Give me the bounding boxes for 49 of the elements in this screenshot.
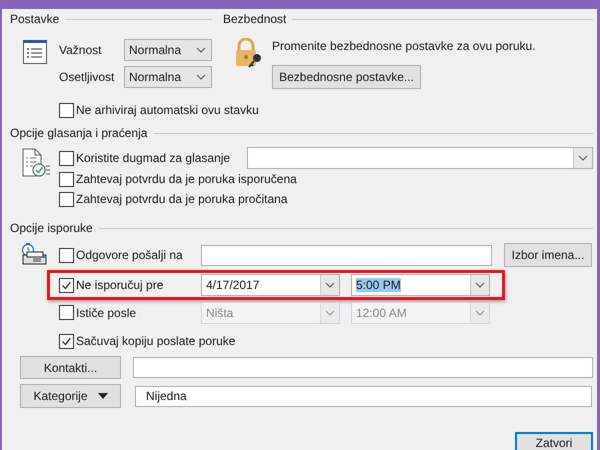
description: Promenite bezbednosne postavke za ovu poruku. bbox=[272, 39, 536, 53]
chevron-down-icon bbox=[475, 310, 485, 316]
chevron-down-icon bbox=[325, 310, 335, 316]
list-icon bbox=[23, 40, 47, 64]
close-button[interactable]: Zatvori bbox=[515, 432, 593, 450]
checkbox[interactable] bbox=[59, 192, 74, 206]
checkmark-icon bbox=[61, 280, 72, 290]
triangle-down-icon bbox=[98, 393, 108, 399]
text-field[interactable]: Nijedna bbox=[135, 386, 592, 406]
stopwatch-printer-icon bbox=[19, 243, 47, 265]
checkmark-icon bbox=[61, 336, 72, 346]
checkbox-label[interactable]: Koristite dugmad za glasanje bbox=[76, 151, 230, 165]
checkbox[interactable] bbox=[59, 172, 74, 186]
categories-button[interactable]: Kategorije bbox=[20, 384, 121, 408]
combo-box: Ništa bbox=[201, 302, 340, 324]
combo-box: 12:00 AM bbox=[351, 302, 490, 324]
group-title: Postavke bbox=[10, 12, 60, 26]
security-settings-button[interactable]: Bezbednosne postavke... bbox=[272, 65, 421, 89]
checkbox-label[interactable]: Sačuvaj kopiju poslate poruke bbox=[76, 334, 236, 348]
chevron-down-icon bbox=[196, 47, 206, 53]
chevron-down-icon bbox=[475, 282, 485, 288]
checkbox-label[interactable]: Zahtevaj potvrdu da je poruka isporučena bbox=[76, 172, 297, 186]
chevron-down-icon bbox=[196, 74, 206, 80]
field-label: Osetljivost bbox=[59, 70, 116, 84]
select-names-button[interactable]: Izbor imena... bbox=[504, 243, 592, 267]
chevron-down-icon bbox=[578, 155, 588, 161]
text-field[interactable] bbox=[201, 244, 492, 266]
dropdown[interactable]: Normalna bbox=[124, 66, 212, 88]
checkbox-label[interactable]: Odgovore pošalji na bbox=[76, 248, 183, 262]
checkbox-label[interactable]: Ne arhiviraj automatski ovu stavku bbox=[76, 103, 259, 117]
group-title: Bezbednost bbox=[223, 12, 286, 26]
field-label: Važnost bbox=[59, 43, 102, 57]
checkbox-label[interactable]: Zahtevaj potvrdu da je poruka pročitana bbox=[76, 192, 288, 206]
contacts-button[interactable]: Kontakti... bbox=[20, 356, 121, 379]
chevron-down-icon bbox=[325, 282, 335, 288]
checkbox[interactable] bbox=[59, 248, 74, 262]
checkbox-label[interactable]: Ne isporučuj pre bbox=[76, 278, 164, 292]
checkbox[interactable] bbox=[59, 150, 74, 166]
dropdown[interactable]: Normalna bbox=[124, 39, 212, 61]
group-title: Opcije glasanja i praćenja bbox=[10, 126, 148, 140]
checkbox[interactable] bbox=[59, 278, 74, 292]
group-title: Opcije isporuke bbox=[10, 221, 93, 235]
text-field[interactable] bbox=[133, 357, 593, 378]
checkbox[interactable] bbox=[59, 102, 74, 118]
checklist-document-icon bbox=[20, 148, 50, 178]
checkbox[interactable] bbox=[59, 334, 74, 348]
combo-box[interactable]: 4/17/2017 bbox=[201, 274, 340, 296]
lock-key-icon bbox=[234, 38, 264, 68]
combo-box[interactable]: 5:00 PM bbox=[351, 274, 490, 296]
